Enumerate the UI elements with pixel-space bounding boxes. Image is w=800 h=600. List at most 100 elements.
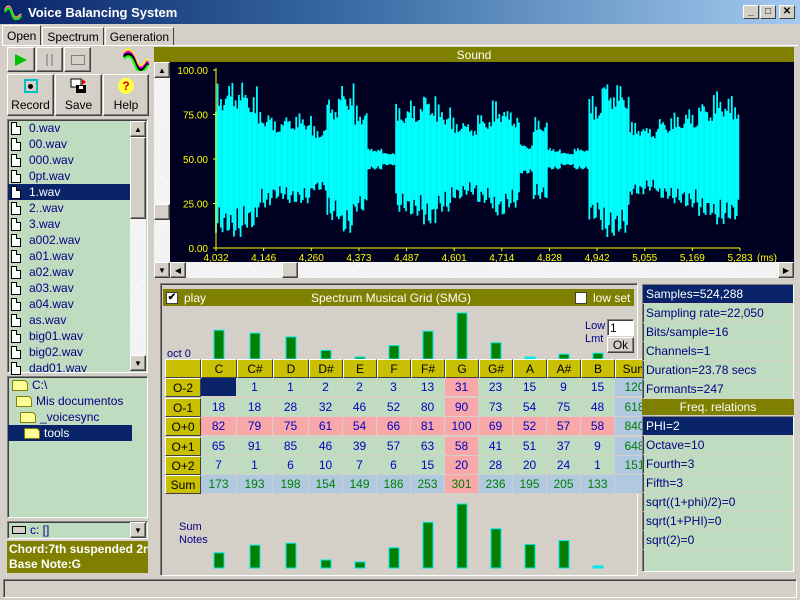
grid-cell[interactable]: 149 [343,475,377,495]
column-header-d[interactable]: D [273,359,309,378]
grid-cell[interactable]: 15 [513,378,547,398]
column-header-gsharp[interactable]: G# [479,359,513,378]
tab-open[interactable]: Open [2,25,42,46]
grid-cell[interactable]: 54 [343,417,377,437]
file-item[interactable]: a02.wav [8,264,132,280]
grid-cell[interactable]: 2 [309,378,343,398]
row-header-oplus0[interactable]: O+0 [165,417,201,437]
sound-scroll-up[interactable]: ▲ [154,62,170,78]
grid-cell[interactable]: 54 [513,397,547,417]
sound-hscroll-thumb[interactable] [282,262,298,278]
tab-spectrum[interactable]: Spectrum [42,27,104,46]
scroll-thumb[interactable] [130,137,146,219]
grid-cell[interactable]: 28 [479,456,513,475]
grid-cell[interactable]: 253 [411,475,445,495]
close-button[interactable]: ✕ [779,5,795,19]
grid-cell[interactable]: 13 [411,378,445,398]
grid-cell[interactable]: 6 [273,456,309,475]
freq-item[interactable]: sqrt((1+phi)/2)=0 [643,493,793,512]
directory-item[interactable]: _voicesync [8,409,147,425]
grid-cell[interactable]: 100 [445,417,479,437]
grid-cell[interactable]: 39 [343,436,377,456]
directory-item[interactable]: Mis documentos [8,393,147,409]
sound-vscrollbar[interactable]: ▲ ▼ [154,62,170,278]
scroll-up-button[interactable]: ▲ [130,121,146,137]
grid-cell[interactable]: 52 [377,397,411,417]
drive-dropdown-button[interactable]: ▼ [130,522,146,538]
column-header-b[interactable]: B [581,359,615,378]
file-item[interactable]: dad01.wav [8,360,132,376]
grid-cell[interactable]: 90 [445,397,479,417]
drive-select[interactable]: c: [] ▼ [7,521,148,539]
freq-relations-list[interactable]: PHI=2 Octave=10 Fourth=3 Fifth=3 sqrt((1+phi… [642,416,794,572]
info-item[interactable]: Bits/sample=16 [643,323,793,342]
grid-cell[interactable]: 3 [377,378,411,398]
grid-cell[interactable]: 20 [445,456,479,475]
grid-cell[interactable]: 75 [273,417,309,437]
grid-cell[interactable]: 63 [411,436,445,456]
grid-cell[interactable]: 18 [237,397,273,417]
sound-info-list[interactable]: Samples=524,288 Sampling rate=22,050 Bits/… [642,284,794,402]
row-header-sum[interactable]: Sum [165,475,201,495]
grid-cell[interactable]: 20 [513,456,547,475]
directory-item[interactable]: tools [8,425,132,441]
grid-cell[interactable]: 41 [479,436,513,456]
grid-cell[interactable]: 301 [445,475,479,495]
row-header-oplus2[interactable]: O+2 [165,456,201,475]
grid-cell[interactable]: 173 [201,475,237,495]
file-list-scrollbar[interactable]: ▲ ▼ [130,121,146,371]
grid-cell[interactable]: 82 [201,417,237,437]
grid-cell[interactable]: 24 [547,456,581,475]
grid-cell[interactable]: 154 [309,475,343,495]
info-item[interactable]: Formants=247 [643,380,793,399]
grid-cell[interactable]: 31 [445,378,479,398]
file-item[interactable]: as.wav [8,312,132,328]
grid-cell[interactable]: 23 [479,378,513,398]
low-lmt-input[interactable] [607,319,634,336]
row-header-ominus2[interactable]: O-2 [165,378,201,398]
ok-button[interactable]: Ok [607,337,634,353]
column-header-fsharp[interactable]: F# [411,359,445,378]
file-item[interactable]: a002.wav [8,232,132,248]
grid-cell[interactable]: 48 [581,397,615,417]
grid-cell[interactable]: 57 [547,417,581,437]
info-item[interactable]: Sampling rate=22,050 [643,304,793,323]
grid-cell[interactable]: 195 [513,475,547,495]
grid-cell[interactable]: 57 [377,436,411,456]
column-header-asharp[interactable]: A# [547,359,581,378]
sound-waveform-chart[interactable]: 100.0075.0050.0025.000.004,032 4,146 4,260… [170,62,794,262]
grid-cell[interactable]: 91 [237,436,273,456]
grid-cell[interactable]: 133 [581,475,615,495]
info-item[interactable]: Duration=23.78 secs [643,361,793,380]
column-header-g[interactable]: G [445,359,479,378]
column-header-a[interactable]: A [513,359,547,378]
play-checkbox[interactable]: ✔ [166,291,178,304]
grid-cell[interactable]: 37 [547,436,581,456]
help-button[interactable]: ? Help [103,74,149,116]
grid-cell[interactable]: 1 [237,378,273,398]
sound-scroll-right[interactable]: ▶ [778,262,794,278]
file-list[interactable]: 0.wav 00.wav 000.wav 0pt.wav 1.wav 2..wav 3.wa… [7,119,148,376]
grid-cell[interactable]: 52 [513,417,547,437]
grid-cell[interactable]: 46 [343,397,377,417]
grid-cell[interactable]: 85 [273,436,309,456]
scroll-down-button[interactable]: ▼ [130,355,146,371]
grid-cell[interactable]: 1 [273,378,309,398]
grid-cell[interactable]: 69 [479,417,513,437]
file-item[interactable]: a03.wav [8,280,132,296]
row-header-ominus1[interactable]: O-1 [165,397,201,417]
grid-cell[interactable]: 15 [411,456,445,475]
info-item[interactable]: Channels=1 [643,342,793,361]
maximize-button[interactable]: □ [760,5,776,19]
grid-cell[interactable]: 58 [581,417,615,437]
file-item[interactable]: a04.wav [8,296,132,312]
column-header-c[interactable]: C [201,359,237,378]
directory-list[interactable]: C:\ Mis documentos _voicesync tools [7,376,148,518]
grid-cell[interactable]: 65 [201,436,237,456]
file-item[interactable]: 0pt.wav [8,168,132,184]
grid-cell[interactable]: 9 [581,436,615,456]
grid-cell[interactable]: 28 [273,397,309,417]
grid-cell[interactable]: 7 [201,456,237,475]
grid-cell[interactable]: 80 [411,397,445,417]
file-item[interactable]: 3.wav [8,216,132,232]
